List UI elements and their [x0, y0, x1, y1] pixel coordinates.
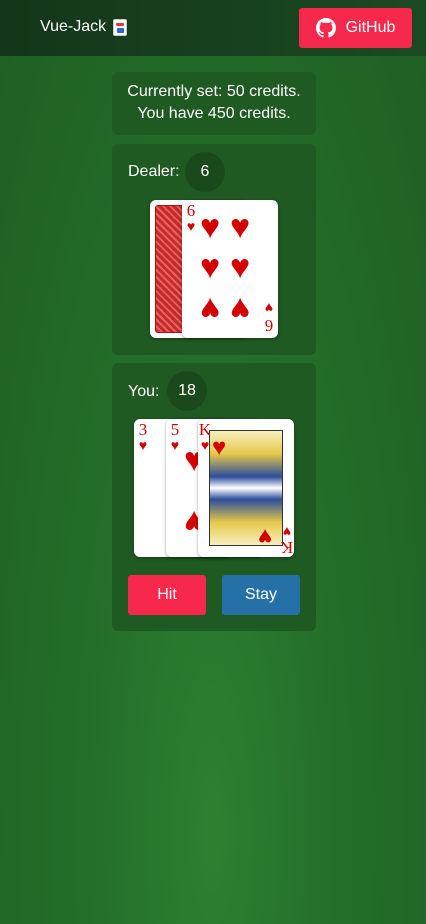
card-rank: 6	[186, 201, 196, 220]
card-rank: 3	[138, 420, 148, 439]
heart-icon: ♥	[200, 290, 221, 328]
card-rank: 5	[170, 420, 180, 439]
dealer-score-badge: 6	[185, 152, 225, 192]
player-panel: You: 18 3 ♥ 5 ♥ ♥ ♥ K ♥ ♥ ♥ ♥ K Hit Stay	[112, 363, 316, 631]
top-navbar: Vue-Jack GitHub	[0, 0, 426, 56]
github-label: GitHub	[345, 19, 396, 36]
github-icon	[315, 18, 336, 38]
heart-icon: ♥	[200, 208, 221, 246]
dealer-score: 6	[200, 163, 210, 180]
king-portrait: ♥ ♥	[209, 430, 283, 550]
heart-icon: ♥	[170, 437, 180, 453]
heart-icon: ♥	[230, 208, 251, 246]
dealer-panel: Dealer: 6 6 ♥ ♥ ♥ ♥ ♥ ♥ ♥ ♥ 6	[112, 144, 316, 355]
github-button[interactable]: GitHub	[299, 8, 412, 48]
heart-icon: ♥	[264, 300, 274, 316]
player-card-king-hearts: K ♥ ♥ ♥ ♥ K	[198, 419, 294, 557]
heart-icon: ♥	[230, 248, 251, 286]
hit-button[interactable]: Hit	[128, 575, 206, 615]
credits-panel: Currently set: 50 credits. You have 450 …	[112, 72, 316, 135]
dealer-label: Dealer:	[128, 163, 180, 180]
player-score-badge: 18	[167, 371, 207, 411]
card-rank: 6	[264, 316, 274, 335]
hit-label: Hit	[157, 586, 177, 603]
heart-icon: ♥	[186, 218, 196, 234]
stay-button[interactable]: Stay	[222, 575, 300, 615]
balance-text: You have 450 credits.	[137, 105, 291, 122]
player-label: You:	[128, 383, 160, 400]
heart-icon: ♥	[230, 290, 251, 328]
stay-label: Stay	[244, 586, 277, 603]
player-score: 18	[178, 382, 196, 399]
playing-card-icon	[113, 18, 128, 36]
card-rank: K	[280, 538, 294, 557]
brand-title: Vue-Jack	[40, 18, 107, 35]
heart-icon: ♥	[138, 437, 148, 453]
brand[interactable]: Vue-Jack	[40, 18, 128, 36]
dealer-card-six-hearts: 6 ♥ ♥ ♥ ♥ ♥ ♥ ♥ ♥ 6	[182, 200, 278, 338]
heart-icon: ♥	[200, 248, 221, 286]
heart-icon: ♥	[212, 434, 227, 461]
heart-icon: ♥	[258, 523, 273, 550]
bet-text: Currently set: 50 credits.	[127, 83, 301, 100]
heart-icon: ♥	[282, 524, 292, 540]
